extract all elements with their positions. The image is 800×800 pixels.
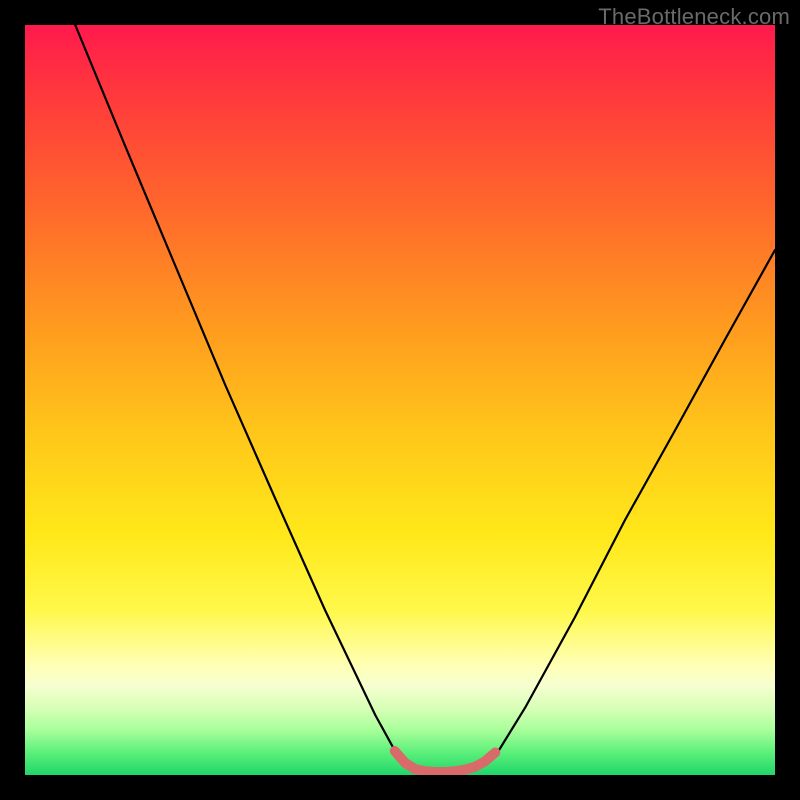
chart-frame: TheBottleneck.com bbox=[0, 0, 800, 800]
minimum-highlight-curve bbox=[395, 751, 496, 772]
curve-layer bbox=[25, 25, 775, 775]
watermark-label: TheBottleneck.com bbox=[598, 4, 790, 30]
plot-area bbox=[25, 25, 775, 775]
bottleneck-curve bbox=[75, 25, 775, 772]
